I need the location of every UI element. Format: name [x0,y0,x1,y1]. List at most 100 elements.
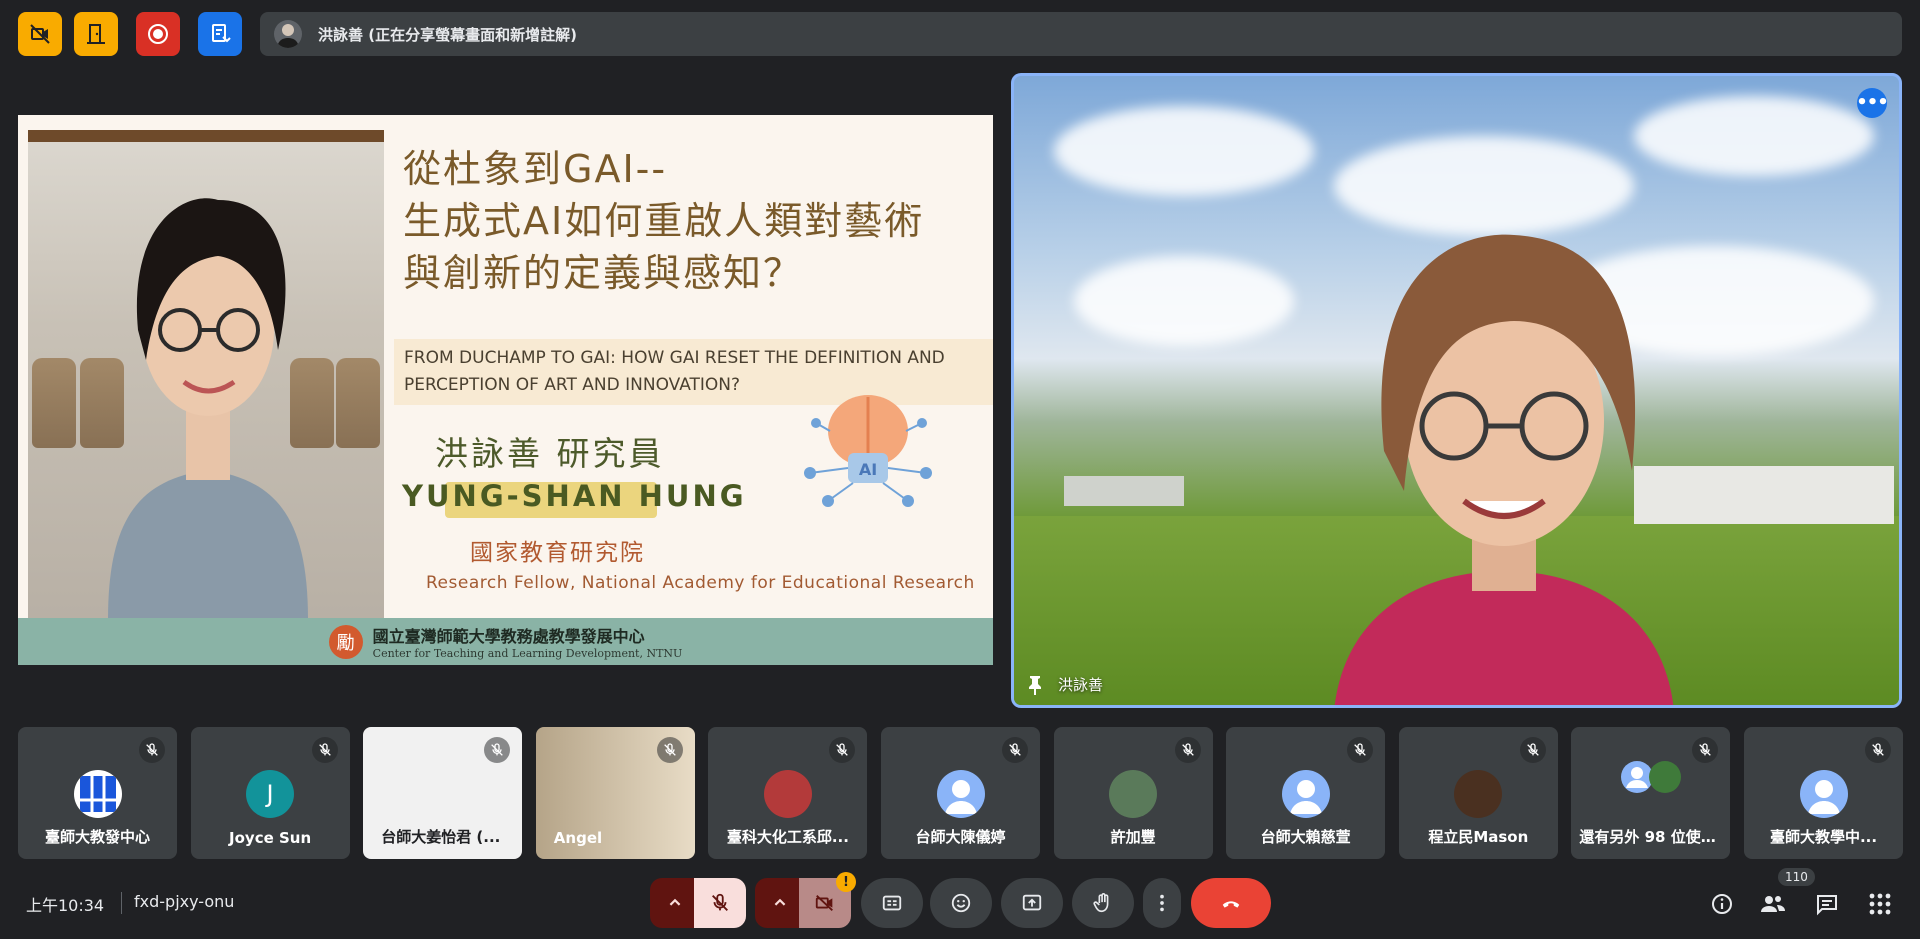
participant-name: 還有另外 98 位使用者 [1579,828,1731,846]
slide-footer: 勵 國立臺灣師範大學教務處教學發展中心 Center for Teaching … [18,618,993,665]
mic-off-icon [1009,743,1021,756]
door-icon [87,24,105,44]
participant-name: 臺師大教發中心 [44,828,150,846]
muted-indicator [1865,737,1891,763]
participant-tile[interactable]: 許加豐 [1053,727,1213,859]
muted-indicator [1692,737,1719,763]
present-screen-button[interactable] [1001,878,1063,928]
speaker-photo [28,130,384,618]
pin-icon [1029,675,1041,695]
closed-caption-icon [882,895,902,911]
people-icon [1761,896,1785,912]
participant-tile[interactable]: J Joyce Sun [190,727,350,859]
camera-warning-badge: ! [836,872,856,892]
participant-tile[interactable]: 臺師大教發中心 [18,727,177,859]
mic-off-icon [712,893,728,911]
muted-indicator [1002,737,1028,763]
participant-count-badge: 110 [1778,868,1815,886]
mic-off-icon [1354,743,1366,756]
meeting-details-button[interactable] [1706,888,1738,920]
participant-name: Joyce Sun [229,829,312,847]
muted-indicator [656,737,683,763]
mic-off-icon [1181,743,1194,756]
muted-indicator [484,737,511,763]
participant-avatar [1454,770,1503,818]
more-vert-icon [1160,894,1164,912]
people-button[interactable] [1757,888,1789,920]
muted-indicator [1347,737,1374,763]
info-icon [1712,894,1732,914]
video-options-button[interactable] [755,878,805,928]
mic-off-icon [663,743,676,756]
mic-off-icon [836,743,849,756]
participant-avatar [1799,770,1848,818]
presenter-text: 洪詠善 (正在分享螢幕畫面和新增註解) [318,25,577,44]
main-video-label: 洪詠善 [1026,674,1103,695]
more-horiz-icon: ••• [1856,92,1889,113]
participant-name: 許加豐 [1110,828,1156,846]
video-more-options-button[interactable]: ••• [1856,88,1889,118]
participant-tile[interactable]: 臺師大教學中... [1744,727,1903,859]
shared-screen-slide: 從杜象到GAI-- 生成式AI如何重啟人類對藝術 與創新的定義與感知？ FROM… [18,115,993,665]
chat-button[interactable] [1811,888,1843,920]
person-icon [1289,780,1322,814]
notes-button[interactable] [198,12,242,56]
participant-tile[interactable]: 還有另外 98 位使用者 [1571,727,1731,859]
microphone-toggle-button[interactable] [694,878,746,928]
participant-name: 程立民Mason [1428,828,1529,846]
reactions-button[interactable] [930,878,992,928]
slide-title: 從杜象到GAI-- 生成式AI如何重啟人類對藝術 與創新的定義與感知？ [403,147,925,295]
person-icon [944,780,977,814]
more-options-button[interactable] [1143,878,1181,928]
pinned-speaker-video[interactable]: ••• 洪詠善 [1011,73,1902,708]
muted-indicator [311,737,338,763]
leave-call-button[interactable] [1191,878,1271,928]
leave-building-button[interactable] [74,12,118,56]
participant-group-avatars [1619,753,1683,801]
raise-hand-button[interactable] [1072,878,1134,928]
institution-zh: 國家教育研究院 [470,540,645,566]
participant-name: 台師大賴慈萱 [1260,828,1351,846]
audio-options-button[interactable] [650,878,700,928]
notes-icon [212,24,231,43]
participant-name: 台師大姜怡君 (... [381,828,501,846]
participant-tile[interactable]: 臺科大化工系邱... [708,727,868,859]
person-icon [1807,780,1840,814]
mic-off-icon [1699,743,1712,756]
camera-off-button[interactable] [18,12,62,56]
participant-tile[interactable]: Angel [535,727,695,859]
institution-en: Research Fellow, National Academy for Ed… [426,573,975,593]
participant-name: 台師大陳儀婷 [915,828,1006,846]
apps-grid-icon [1869,893,1891,915]
svg-text:AI: AI [859,460,877,479]
presenter-avatar [274,20,302,48]
mic-off-icon [491,743,503,756]
activities-button[interactable] [1864,888,1896,920]
participant-tile[interactable]: 台師大賴慈萱 [1226,727,1386,859]
ntnu-seal-icon: 勵 [328,624,363,659]
muted-indicator [139,737,165,763]
muted-indicator [829,737,856,763]
ntnu-logo-icon [79,776,116,812]
ai-brain-icon: AI [804,395,932,507]
hand-icon [1093,893,1109,913]
speaker-name-en: YUNG-SHAN HUNG [402,479,747,513]
no-camera-icon [30,24,50,44]
mic-off-icon [146,743,158,756]
participant-avatar [763,770,812,818]
participant-name: Angel [553,829,603,847]
chevron-up-icon [669,898,681,906]
participant-tile[interactable]: 台師大姜怡君 (... [363,727,523,859]
captions-button[interactable] [861,878,923,928]
participant-tile[interactable]: 台師大陳儀婷 [881,727,1040,859]
meeting-code: fxd-pjxy-onu [134,892,235,911]
mic-off-icon [1872,743,1884,756]
record-icon [148,24,168,44]
chat-icon [1817,895,1837,916]
present-to-all-icon [1022,894,1042,911]
presenter-banner: 洪詠善 (正在分享螢幕畫面和新增註解) [260,12,1902,56]
muted-indicator [1519,737,1546,763]
participant-avatar [73,770,122,818]
recording-button[interactable] [136,12,180,56]
participant-tile[interactable]: 程立民Mason [1398,727,1558,859]
